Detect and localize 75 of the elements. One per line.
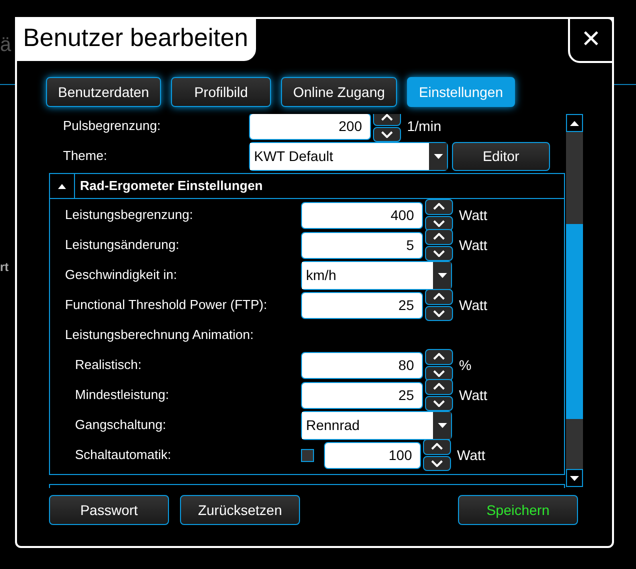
number-field[interactable]: 80	[301, 352, 423, 378]
action-button[interactable]: Zurücksetzen	[180, 495, 300, 525]
number-field[interactable]: 25	[301, 382, 423, 408]
decrement-button[interactable]	[425, 246, 453, 261]
unit-label: Watt	[457, 446, 486, 464]
number-field[interactable]: 5	[301, 232, 423, 258]
chevron-up-icon	[433, 383, 445, 390]
increment-button[interactable]	[425, 229, 453, 244]
field-label: Geschwindigkeit in:	[65, 266, 178, 284]
field-label: Pulsbegrenzung:	[63, 117, 162, 136]
background-text: rt	[0, 259, 9, 276]
chevron-down-icon	[433, 250, 445, 257]
background-text: ä	[0, 33, 12, 58]
chevron-down-icon	[433, 400, 445, 407]
unit-label: Watt	[459, 296, 488, 314]
chevron-down-icon	[433, 310, 445, 317]
checkbox[interactable]	[301, 448, 314, 462]
tab[interactable]: Profilbild	[171, 77, 272, 107]
number-field[interactable]: 400	[301, 202, 423, 228]
triangle-up-icon	[58, 184, 66, 188]
unit-label: %	[459, 356, 472, 374]
tab[interactable]: Benutzerdaten	[46, 77, 162, 107]
field-label: Leistungsbegrenzung:	[65, 206, 194, 224]
group-title: Rad-Ergometer Einstellungen	[80, 177, 263, 196]
chevron-up-icon	[433, 233, 445, 240]
unit-label: Watt	[459, 386, 488, 404]
field-label: Mindestleistung:	[74, 386, 170, 404]
decrement-button[interactable]	[373, 126, 401, 142]
decrement-button[interactable]	[423, 456, 451, 471]
field-label: Schaltautomatik:	[74, 446, 172, 464]
action-button[interactable]: Passwort	[49, 495, 169, 525]
number-field[interactable]: 200	[249, 114, 371, 140]
field-label: Leistungsänderung:	[65, 236, 180, 254]
chevron-up-icon	[381, 114, 393, 122]
field-label: Functional Threshold Power (FTP):	[65, 296, 268, 314]
increment-button[interactable]	[425, 289, 453, 304]
increment-button[interactable]	[425, 379, 453, 394]
save-button[interactable]: Speichern	[458, 495, 578, 525]
dropdown-caret-icon	[434, 154, 442, 158]
chevron-down-icon	[431, 460, 443, 467]
dropdown[interactable]: km/h	[301, 260, 452, 290]
field-label: Realistisch:	[74, 356, 142, 374]
field-label: Leistungsberechnung Animation:	[65, 326, 255, 344]
increment-button[interactable]	[425, 349, 453, 364]
increment-button[interactable]	[423, 439, 451, 454]
editor-button[interactable]: Editor	[452, 142, 550, 170]
window-title: Benutzer bearbeiten	[15, 17, 256, 61]
chevron-down-icon	[433, 220, 445, 227]
number-field[interactable]: 100	[324, 442, 421, 468]
dropdown-caret-icon	[438, 422, 446, 428]
dropdown[interactable]: KWT Default	[249, 142, 448, 170]
chevron-up-icon	[433, 203, 445, 210]
chevron-up-icon	[433, 293, 445, 300]
scrollbar[interactable]	[566, 114, 583, 487]
unit-label: Watt	[459, 206, 488, 224]
unit-label: 1/min	[407, 116, 442, 136]
increment-button[interactable]	[373, 114, 401, 126]
chevron-down-icon	[381, 130, 393, 138]
chevron-up-icon	[431, 443, 443, 450]
decrement-button[interactable]	[425, 396, 453, 411]
chevron-down-icon	[433, 370, 445, 377]
field-label: Theme:	[63, 147, 108, 166]
dropdown[interactable]: Rennrad	[301, 410, 452, 440]
close-button[interactable]: ✕	[568, 17, 614, 63]
increment-button[interactable]	[425, 199, 453, 214]
field-label: Gangschaltung:	[74, 416, 168, 434]
chevron-up-icon	[433, 353, 445, 360]
triangle-down-icon	[570, 476, 579, 480]
number-field[interactable]: 25	[301, 292, 423, 318]
dropdown-caret-icon	[438, 272, 446, 278]
unit-label: Watt	[459, 236, 488, 254]
tab[interactable]: Online Zugang	[281, 77, 397, 107]
triangle-up-icon	[570, 120, 579, 126]
scrollbar-thumb[interactable]	[566, 224, 583, 419]
decrement-button[interactable]	[425, 306, 453, 321]
